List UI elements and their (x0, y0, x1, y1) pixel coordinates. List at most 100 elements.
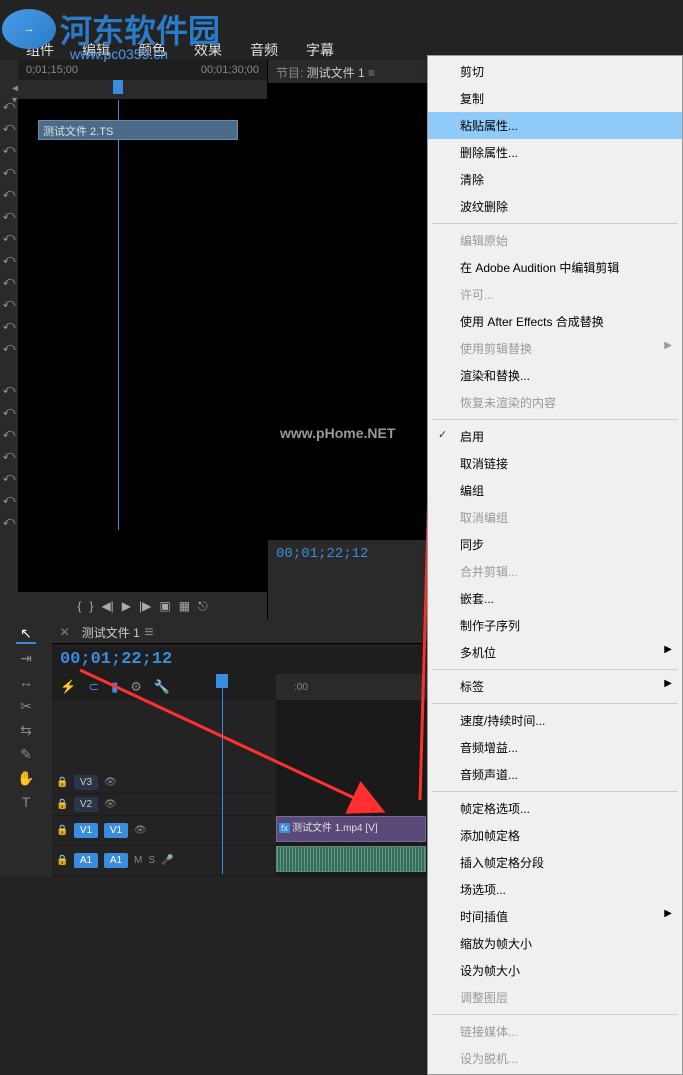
audio-clip[interactable] (276, 846, 426, 872)
play-button[interactable]: ▶ (122, 599, 131, 613)
linked-selection-icon[interactable]: ⊂ (88, 679, 99, 695)
dropdown-icon[interactable]: ▾ (12, 95, 17, 106)
track-header-v2[interactable]: 🔒 V2 👁 (52, 794, 276, 816)
voice-icon[interactable]: 🎤 (161, 855, 173, 866)
undo-icon[interactable]: ⤺ (1, 249, 17, 269)
panel-menu-icon[interactable]: ≡ (368, 66, 375, 80)
menu-item[interactable]: 使用 After Effects 合成替换 (428, 308, 682, 335)
overwrite-button[interactable]: ▦ (179, 599, 190, 613)
undo-icon[interactable]: ⤺ (1, 161, 17, 181)
undo-icon[interactable]: ⤺ (1, 401, 17, 421)
menu-item[interactable]: 帧定格选项... (428, 795, 682, 822)
menu-item[interactable]: 渲染和替换... (428, 362, 682, 389)
wrench-icon[interactable]: 🔧 (154, 679, 170, 695)
source-canvas[interactable]: 测试文件 2.TS (18, 100, 267, 592)
lock-icon[interactable]: 🔒 (56, 855, 68, 866)
menu-item[interactable]: 清除 (428, 166, 682, 193)
playhead-icon[interactable] (113, 80, 123, 94)
program-timecode[interactable]: 00;01;22;12 (276, 546, 368, 562)
menu-item[interactable]: 编组 (428, 477, 682, 504)
export-frame-button[interactable]: ⎋ (198, 599, 208, 614)
menu-item[interactable]: 插入帧定格分段 (428, 849, 682, 876)
menu-item[interactable]: 标签▶ (428, 673, 682, 700)
undo-icon[interactable]: ⤺ (1, 467, 17, 487)
undo-icon[interactable]: ⤺ (1, 315, 17, 335)
menu-item[interactable]: 粘贴属性... (428, 112, 682, 139)
undo-icon[interactable]: ⤺ (1, 117, 17, 137)
undo-icon[interactable]: ⤺ (1, 337, 17, 357)
panel-menu-icon[interactable]: ≡ (144, 624, 153, 641)
undo-icon[interactable]: ⤺ (1, 379, 17, 399)
slip-tool[interactable]: ⇆ (16, 720, 36, 740)
menu-item[interactable]: 时间插值▶ (428, 903, 682, 930)
solo-icon[interactable]: S (148, 855, 155, 866)
menu-item[interactable]: 添加帧定格 (428, 822, 682, 849)
toggle-output-icon[interactable]: 👁 (104, 799, 117, 810)
track-label[interactable]: A1 (104, 853, 128, 868)
close-tab-icon[interactable]: × (60, 624, 69, 641)
hand-tool[interactable]: ✋ (16, 768, 36, 788)
menu-item[interactable]: 嵌套... (428, 585, 682, 612)
undo-icon[interactable]: ⤺ (1, 183, 17, 203)
undo-icon[interactable]: ⤺ (1, 293, 17, 313)
track-header-v1[interactable]: 🔒 V1 V1 👁 (52, 816, 276, 846)
step-fwd-button[interactable]: |▶ (139, 599, 151, 613)
menu-item[interactable]: 多机位▶ (428, 639, 682, 666)
type-tool[interactable]: T (16, 792, 36, 812)
menu-item[interactable]: 删除属性... (428, 139, 682, 166)
undo-icon[interactable]: ⤺ (1, 423, 17, 443)
menu-item[interactable]: 波纹删除 (428, 193, 682, 220)
undo-icon[interactable]: ⤺ (1, 271, 17, 291)
track-header-a1[interactable]: 🔒 A1 A1 M S 🎤 (52, 846, 276, 876)
menu-item[interactable]: 制作子序列 (428, 612, 682, 639)
track-header-v3[interactable]: 🔒 V3 👁 (52, 772, 276, 794)
menu-item[interactable]: 取消链接 (428, 450, 682, 477)
settings-icon[interactable]: ⚙ (130, 679, 142, 695)
menu-item[interactable]: 缩放为帧大小 (428, 930, 682, 957)
track-source-v1[interactable]: V1 (74, 823, 98, 838)
menu-item[interactable]: 复制 (428, 85, 682, 112)
menu-item[interactable]: 音频增益... (428, 734, 682, 761)
step-back-button[interactable]: ◀| (101, 599, 113, 613)
menu-item[interactable]: 启用✓ (428, 423, 682, 450)
track-label[interactable]: V2 (74, 797, 98, 812)
toggle-output-icon[interactable]: 👁 (134, 825, 147, 836)
undo-icon[interactable]: ⤺ (1, 205, 17, 225)
lock-icon[interactable]: 🔒 (56, 777, 68, 788)
pen-tool[interactable]: ✎ (16, 744, 36, 764)
lock-icon[interactable]: 🔒 (56, 799, 68, 810)
video-clip[interactable]: fx测试文件 1.mp4 [V] (276, 816, 426, 842)
lock-icon[interactable]: 🔒 (56, 825, 68, 836)
track-select-tool[interactable]: ⇥ (16, 648, 36, 668)
track-label[interactable]: V3 (74, 775, 98, 790)
undo-icon[interactable]: ⤺ (1, 445, 17, 465)
marker-icon[interactable]: ▮ (111, 679, 118, 695)
selection-tool[interactable]: ↖ (16, 624, 36, 644)
snap-icon[interactable]: ⚡ (60, 679, 76, 695)
mark-out-button[interactable]: } (89, 599, 93, 613)
menu-item[interactable]: 速度/持续时间... (428, 707, 682, 734)
source-clip[interactable]: 测试文件 2.TS (38, 120, 238, 140)
undo-icon[interactable]: ⤺ (1, 511, 17, 531)
sequence-tab[interactable]: 测试文件 1 (82, 626, 140, 640)
ripple-tool[interactable]: ↔ (16, 672, 36, 692)
source-ruler[interactable] (18, 80, 267, 100)
menu-item[interactable]: 音频声道... (428, 761, 682, 788)
undo-icon[interactable]: ⤺ (1, 489, 17, 509)
menu-item[interactable]: 在 Adobe Audition 中编辑剪辑 (428, 254, 682, 281)
toggle-output-icon[interactable]: 👁 (104, 777, 117, 788)
undo-icon[interactable]: ⤺ (1, 139, 17, 159)
timeline-playhead[interactable] (222, 674, 223, 874)
track-source-a1[interactable]: A1 (74, 853, 98, 868)
mute-icon[interactable]: M (134, 855, 142, 866)
menu-item[interactable]: 场选项... (428, 876, 682, 903)
razor-tool[interactable]: ✂ (16, 696, 36, 716)
insert-button[interactable]: ▣ (159, 599, 170, 613)
menu-item[interactable]: 同步 (428, 531, 682, 558)
track-label[interactable]: V1 (104, 823, 128, 838)
menu-item[interactable]: 剪切 (428, 58, 682, 85)
timeline-timecode[interactable]: 00;01;22;12 (52, 650, 172, 669)
undo-icon[interactable]: ⤺ (1, 227, 17, 247)
menu-item[interactable]: 设为帧大小 (428, 957, 682, 984)
mark-in-button[interactable]: { (77, 599, 81, 613)
